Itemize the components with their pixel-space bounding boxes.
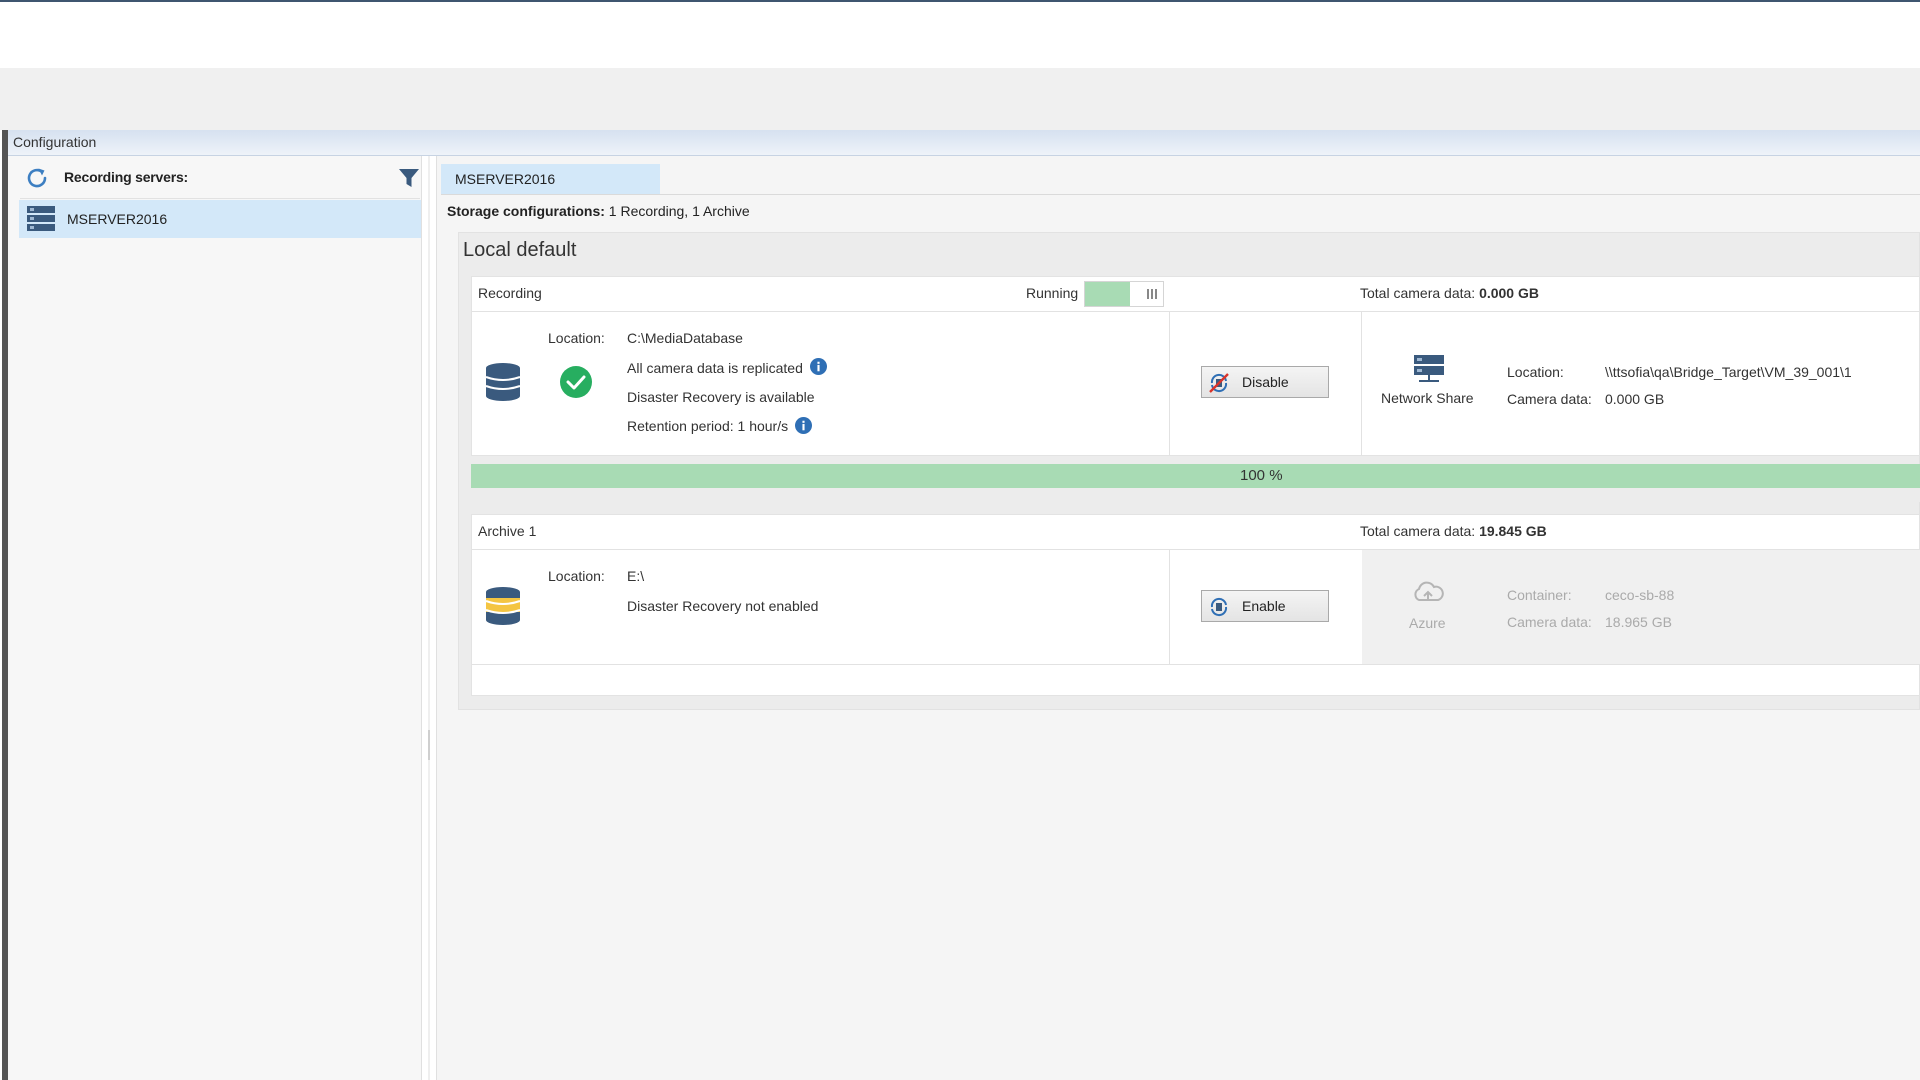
recording-total-value: 0.000 GB — [1479, 285, 1539, 301]
target-location-label: Location: — [1507, 364, 1564, 380]
replication-progress-bar: 100 % — [471, 464, 1920, 488]
recording-servers-title: Recording servers: — [64, 169, 189, 185]
configuration-header: Configuration — [8, 130, 1920, 156]
archive-footer-divider — [472, 664, 1920, 665]
recording-total-camera-data: Total camera data: 0.000 GB — [1360, 285, 1539, 301]
storage-configurations-label: Storage configurations: — [447, 203, 605, 219]
progress-text: 100 % — [1240, 467, 1283, 484]
title-area — [0, 2, 1920, 68]
disable-button[interactable]: Disable — [1201, 366, 1329, 398]
enable-button[interactable]: Enable — [1201, 590, 1329, 622]
target-camera-data-value: 0.000 GB — [1605, 391, 1665, 407]
azure-camera-data-label: Camera data: — [1507, 614, 1592, 630]
enable-replication-icon — [1210, 597, 1228, 617]
azure-container-value: ceco-sb-88 — [1605, 587, 1675, 603]
tab-label: MSERVER2016 — [455, 171, 556, 187]
azure-label: Azure — [1409, 615, 1446, 631]
azure-cloud-icon — [1414, 581, 1444, 601]
azure-target-zone — [1362, 550, 1920, 664]
archive-total-label: Total camera data: — [1360, 523, 1480, 539]
tab-strip-divider — [441, 194, 1920, 195]
pane-splitter[interactable] — [428, 156, 430, 1080]
archive-location-value: E:\ — [627, 568, 645, 584]
recording-servers-pane: Recording servers: MSERVER2016 — [8, 156, 422, 1080]
info-icon[interactable] — [810, 358, 827, 375]
archive-disaster-recovery-status: Disaster Recovery not enabled — [627, 598, 819, 614]
info-icon[interactable] — [795, 417, 812, 434]
disable-replication-icon — [1209, 373, 1229, 393]
local-default-title: Local default — [463, 239, 577, 261]
azure-container-label: Container: — [1507, 587, 1572, 603]
network-share-label: Network Share — [1381, 390, 1474, 406]
recording-location-label: Location: — [548, 330, 605, 346]
recording-location-value: C:\MediaDatabase — [627, 330, 743, 346]
archive-database-icon — [485, 587, 521, 625]
check-circle-icon — [560, 366, 592, 398]
azure-camera-data-value: 18.965 GB — [1605, 614, 1672, 630]
recording-status-label: Running — [1026, 285, 1079, 301]
recording-column-divider-2 — [1361, 312, 1362, 456]
server-icon — [27, 206, 55, 231]
storage-configurations-summary: Storage configurations: 1 Recording, 1 A… — [447, 203, 750, 219]
running-toggle[interactable] — [1084, 281, 1164, 307]
archive-total-value: 19.845 GB — [1479, 523, 1547, 539]
archive-location-label: Location: — [548, 568, 605, 584]
progress-spacer — [471, 488, 1920, 502]
enable-button-label: Enable — [1242, 598, 1286, 614]
network-share-icon — [1414, 355, 1444, 382]
recording-column-divider-1 — [1169, 312, 1170, 456]
recording-total-label: Total camera data: — [1360, 285, 1480, 301]
recording-header-divider — [472, 311, 1920, 312]
configuration-title: Configuration — [13, 134, 97, 150]
database-icon — [485, 363, 521, 401]
archive-column-divider-1 — [1169, 550, 1170, 664]
splitter-grip[interactable] — [428, 730, 430, 760]
toggle-grip-icon — [1147, 289, 1157, 299]
refresh-icon[interactable] — [24, 165, 50, 191]
target-location-value: \\ttsofia\qa\Bridge_Target\VM_39_001\1 — [1605, 364, 1852, 380]
archive-total-camera-data: Total camera data: 19.845 GB — [1360, 523, 1547, 539]
server-list-item[interactable]: MSERVER2016 — [19, 200, 421, 238]
retention-period: Retention period: 1 hour/s — [627, 418, 789, 434]
target-camera-data-label: Camera data: — [1507, 391, 1592, 407]
toolbar-area — [0, 68, 1920, 130]
tab-mserver2016[interactable]: MSERVER2016 — [441, 164, 660, 194]
archive-title: Archive 1 — [478, 523, 537, 539]
left-header-divider — [20, 198, 420, 199]
disable-button-label: Disable — [1242, 374, 1289, 390]
filter-icon[interactable] — [398, 167, 420, 189]
toggle-on-fill — [1085, 282, 1130, 306]
replicated-status: All camera data is replicated — [627, 360, 803, 376]
server-list-item-label: MSERVER2016 — [67, 211, 168, 227]
recording-title: Recording — [478, 285, 542, 301]
disaster-recovery-status: Disaster Recovery is available — [627, 389, 815, 405]
storage-configurations-value: 1 Recording, 1 Archive — [604, 203, 750, 219]
